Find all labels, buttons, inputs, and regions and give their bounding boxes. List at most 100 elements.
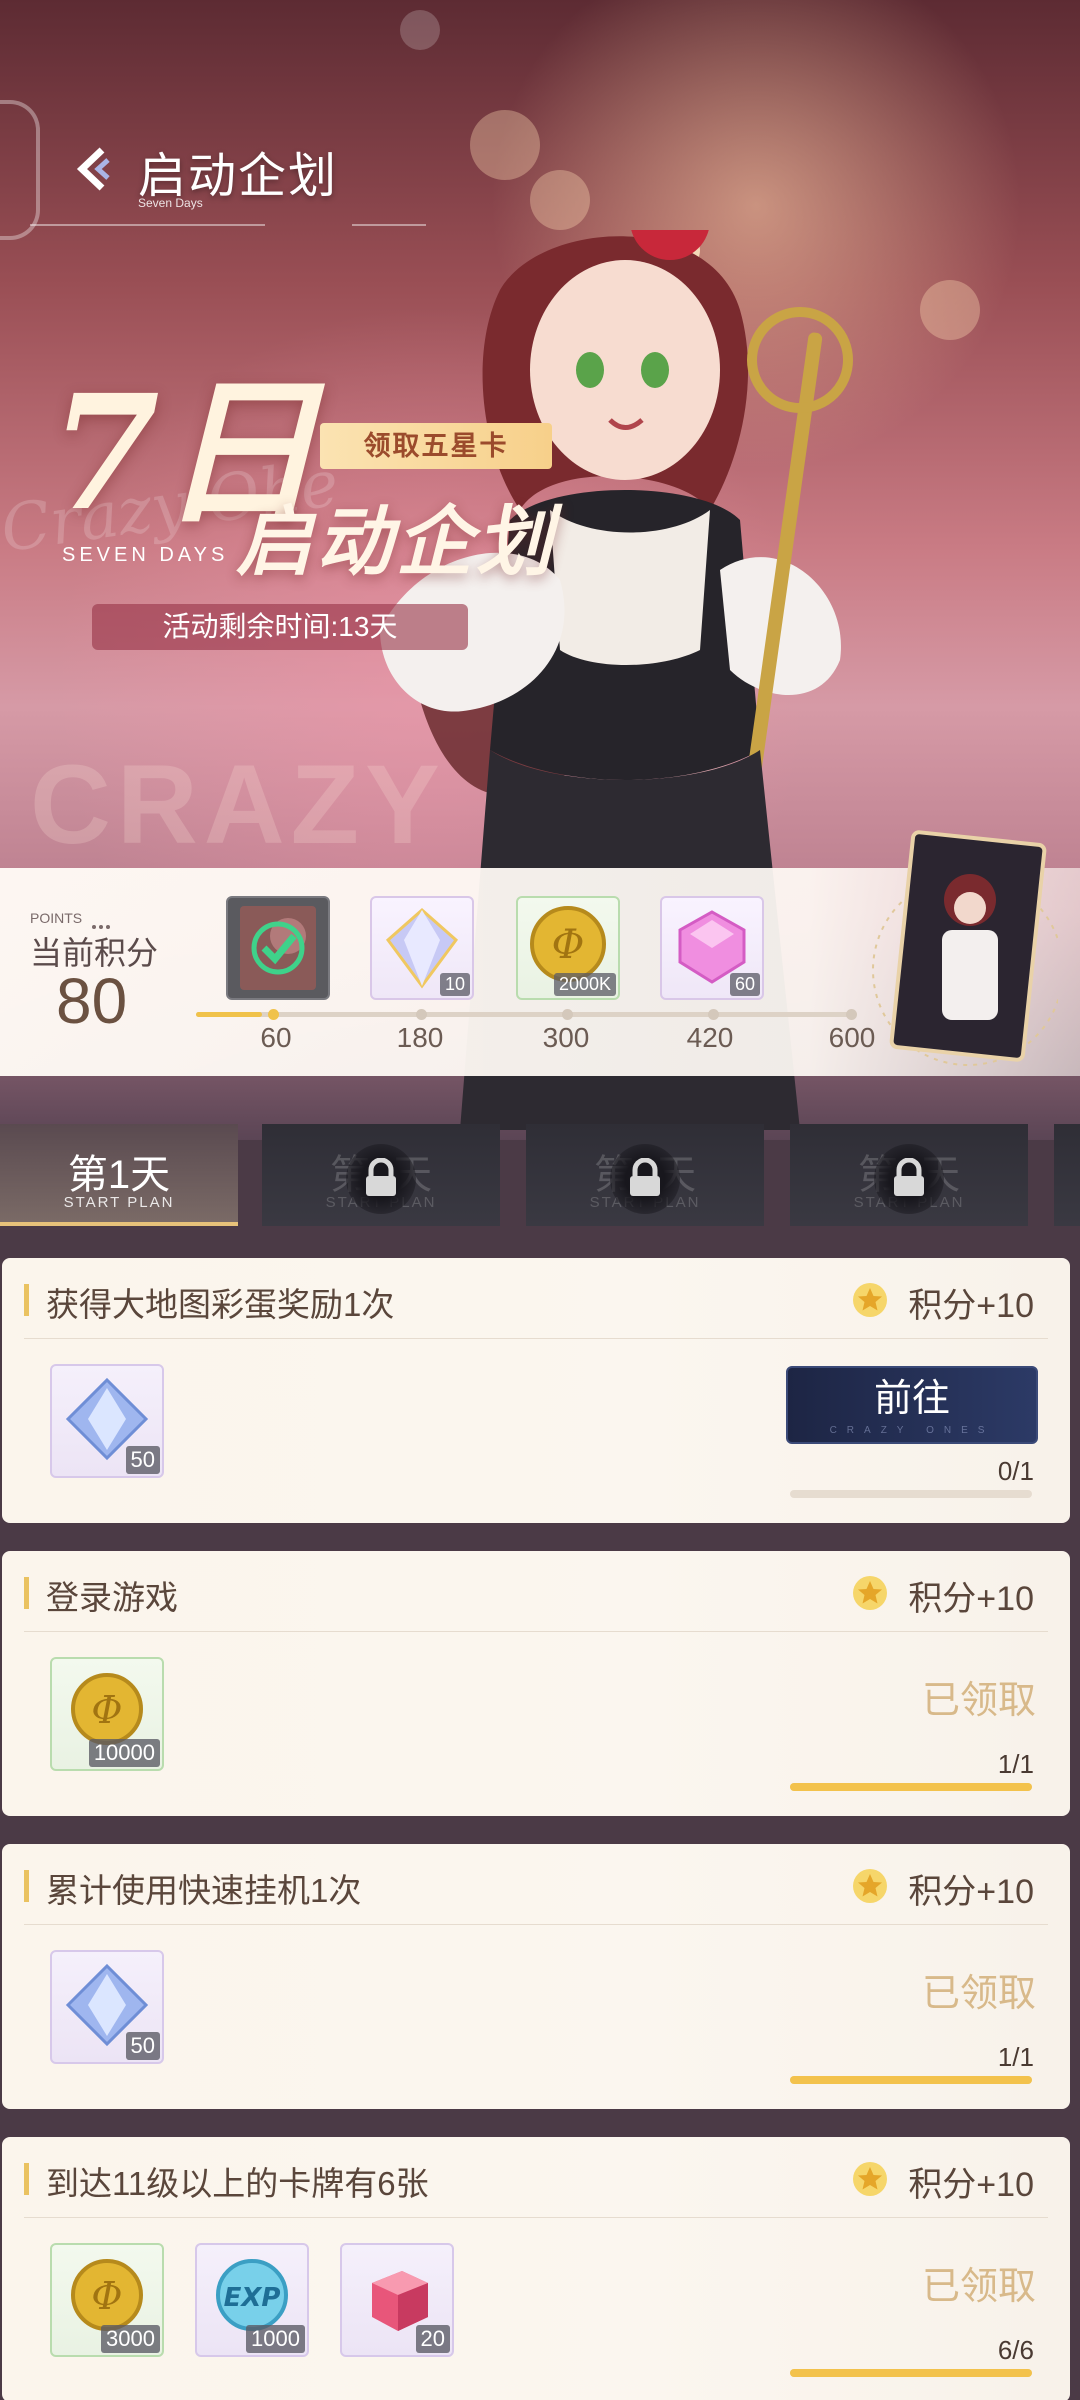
lock-icon: [346, 1144, 416, 1214]
banner-event-name: 启动企划: [236, 500, 556, 585]
svg-text:EXP: EXP: [224, 2283, 281, 2313]
tab-day-3[interactable]: 第3天 START PLAN: [526, 1124, 764, 1226]
bokeh-light: [470, 110, 540, 180]
tab-sublabel: START PLAN: [63, 1194, 175, 1211]
milestone-reward-180[interactable]: 10: [370, 896, 474, 1000]
five-star-card-reward[interactable]: [858, 820, 1058, 1070]
task-progress-text: 0/1: [997, 1456, 1034, 1486]
points-label: POINTS: [30, 910, 83, 926]
back-button-edge[interactable]: [0, 100, 40, 240]
task-card: 登录游戏 积分+10 Φ 10000 已领取 1/1: [2, 1551, 1070, 1816]
task-accent-bar: [24, 1870, 29, 1902]
claimed-check-icon: [251, 921, 305, 975]
reward-quantity: 50: [125, 1446, 160, 1474]
go-button[interactable]: 前往 CRAZY ONES: [786, 1366, 1038, 1444]
task-card: 到达11级以上的卡牌有6张 积分+10 Φ 3000 EXP 1000 20 已…: [2, 2137, 1070, 2400]
title-underline: [352, 224, 426, 226]
go-button-label: 前往: [873, 1378, 950, 1420]
lock-icon: [610, 1144, 680, 1214]
task-card: 获得大地图彩蛋奖励1次 积分+10 50 前往 CRAZY ONES 0/1: [2, 1258, 1070, 1523]
bokeh-light: [530, 170, 590, 230]
points-dots: [92, 916, 114, 929]
task-title: 登录游戏: [46, 1579, 178, 1616]
tab-day-2[interactable]: 第2天 START PLAN: [262, 1124, 500, 1226]
reward-quantity: 1000: [246, 2325, 305, 2353]
reward-item[interactable]: 50: [50, 1364, 164, 1478]
banner-seven-days-text: SEVEN DAYS: [62, 544, 229, 566]
milestone-label: 60: [260, 1022, 292, 1053]
claimed-status: 已领取: [921, 2266, 1036, 2308]
reward-item[interactable]: Φ 3000: [50, 2243, 164, 2357]
reward-item[interactable]: 50: [50, 1950, 164, 2064]
task-progress-fill: [790, 1783, 1032, 1791]
task-progress-bar: [790, 1783, 1032, 1791]
star-points-icon: [853, 1576, 887, 1610]
tab-day-1[interactable]: 第1天 START PLAN: [0, 1124, 238, 1226]
task-title: 获得大地图彩蛋奖励1次: [46, 1286, 395, 1323]
milestone-label: 180: [396, 1022, 444, 1053]
star-points-icon: [853, 1283, 887, 1317]
milestone-dot: [708, 1009, 719, 1020]
milestone-dot: [416, 1009, 427, 1020]
task-card: 累计使用快速挂机1次 积分+10 50 已领取 1/1: [2, 1844, 1070, 2109]
tab-day-5[interactable]: [1054, 1124, 1080, 1226]
task-points: 积分+10: [908, 2166, 1034, 2204]
task-header: 累计使用快速挂机1次 积分+10: [2, 1844, 1070, 1924]
task-accent-bar: [24, 2163, 29, 2195]
page-subtitle: Seven Days: [138, 196, 203, 210]
task-points: 积分+10: [908, 1287, 1034, 1325]
milestone-reward-60[interactable]: [226, 896, 330, 1000]
reward-item[interactable]: Φ 10000: [50, 1657, 164, 1771]
back-chevron-icon[interactable]: [72, 146, 118, 192]
lock-icon: [874, 1144, 944, 1214]
bokeh-light: [400, 10, 440, 50]
milestone-label: 420: [686, 1022, 734, 1053]
task-progress-bar: [790, 1490, 1032, 1498]
star-points-icon: [853, 2162, 887, 2196]
task-accent-bar: [24, 1577, 29, 1609]
task-progress-fill: [790, 2076, 1032, 2084]
task-points: 积分+10: [908, 1873, 1034, 1911]
milestone-label: 300: [542, 1022, 590, 1053]
divider: [24, 1631, 1048, 1632]
milestone-dot: [846, 1009, 857, 1020]
star-points-icon: [853, 1869, 887, 1903]
tab-label: 第1天: [67, 1153, 171, 1197]
five-star-card-tag: 领取五星卡: [320, 423, 552, 469]
reward-quantity: 2000K: [553, 973, 616, 996]
task-header: 到达11级以上的卡牌有6张 积分+10: [2, 2137, 1070, 2217]
divider: [24, 1338, 1048, 1339]
points-progress-fill: [196, 1012, 262, 1017]
task-progress-text: 1/1: [997, 2042, 1034, 2072]
reward-item[interactable]: EXP 1000: [195, 2243, 309, 2357]
task-progress-text: 6/6: [997, 2335, 1034, 2365]
task-accent-bar: [24, 1284, 29, 1316]
milestone-dot: [562, 1009, 573, 1020]
points-progress-track: [196, 1012, 856, 1017]
task-header: 获得大地图彩蛋奖励1次 积分+10: [2, 1258, 1070, 1338]
reward-quantity: 10000: [88, 1739, 160, 1767]
task-points: 积分+10: [908, 1580, 1034, 1618]
svg-text:Φ: Φ: [91, 2274, 122, 2318]
reward-item[interactable]: 20: [340, 2243, 454, 2357]
task-progress-bar: [790, 2369, 1032, 2377]
reward-quantity: 10: [439, 973, 470, 996]
task-header: 登录游戏 积分+10: [2, 1551, 1070, 1631]
claimed-status: 已领取: [921, 1680, 1036, 1722]
remaining-time-pill: 活动剩余时间:13天: [92, 604, 468, 650]
title-underline: [30, 224, 265, 226]
task-progress-fill: [790, 2369, 1032, 2377]
milestone-reward-300[interactable]: Φ 2000K: [516, 896, 620, 1000]
svg-text:Φ: Φ: [552, 922, 585, 968]
task-progress-text: 1/1: [997, 1749, 1034, 1779]
milestone-dot: [268, 1009, 279, 1020]
task-progress-bar: [790, 2076, 1032, 2084]
tab-day-4[interactable]: 第4天 START PLAN: [790, 1124, 1028, 1226]
go-button-deco: CRAZY ONES: [829, 1425, 995, 1436]
svg-text:Φ: Φ: [91, 1688, 122, 1732]
current-points-value: 80: [56, 965, 128, 1037]
reward-quantity: 50: [125, 2032, 160, 2060]
divider: [24, 2217, 1048, 2218]
reward-quantity: 3000: [101, 2325, 160, 2353]
milestone-reward-420[interactable]: 60: [660, 896, 764, 1000]
